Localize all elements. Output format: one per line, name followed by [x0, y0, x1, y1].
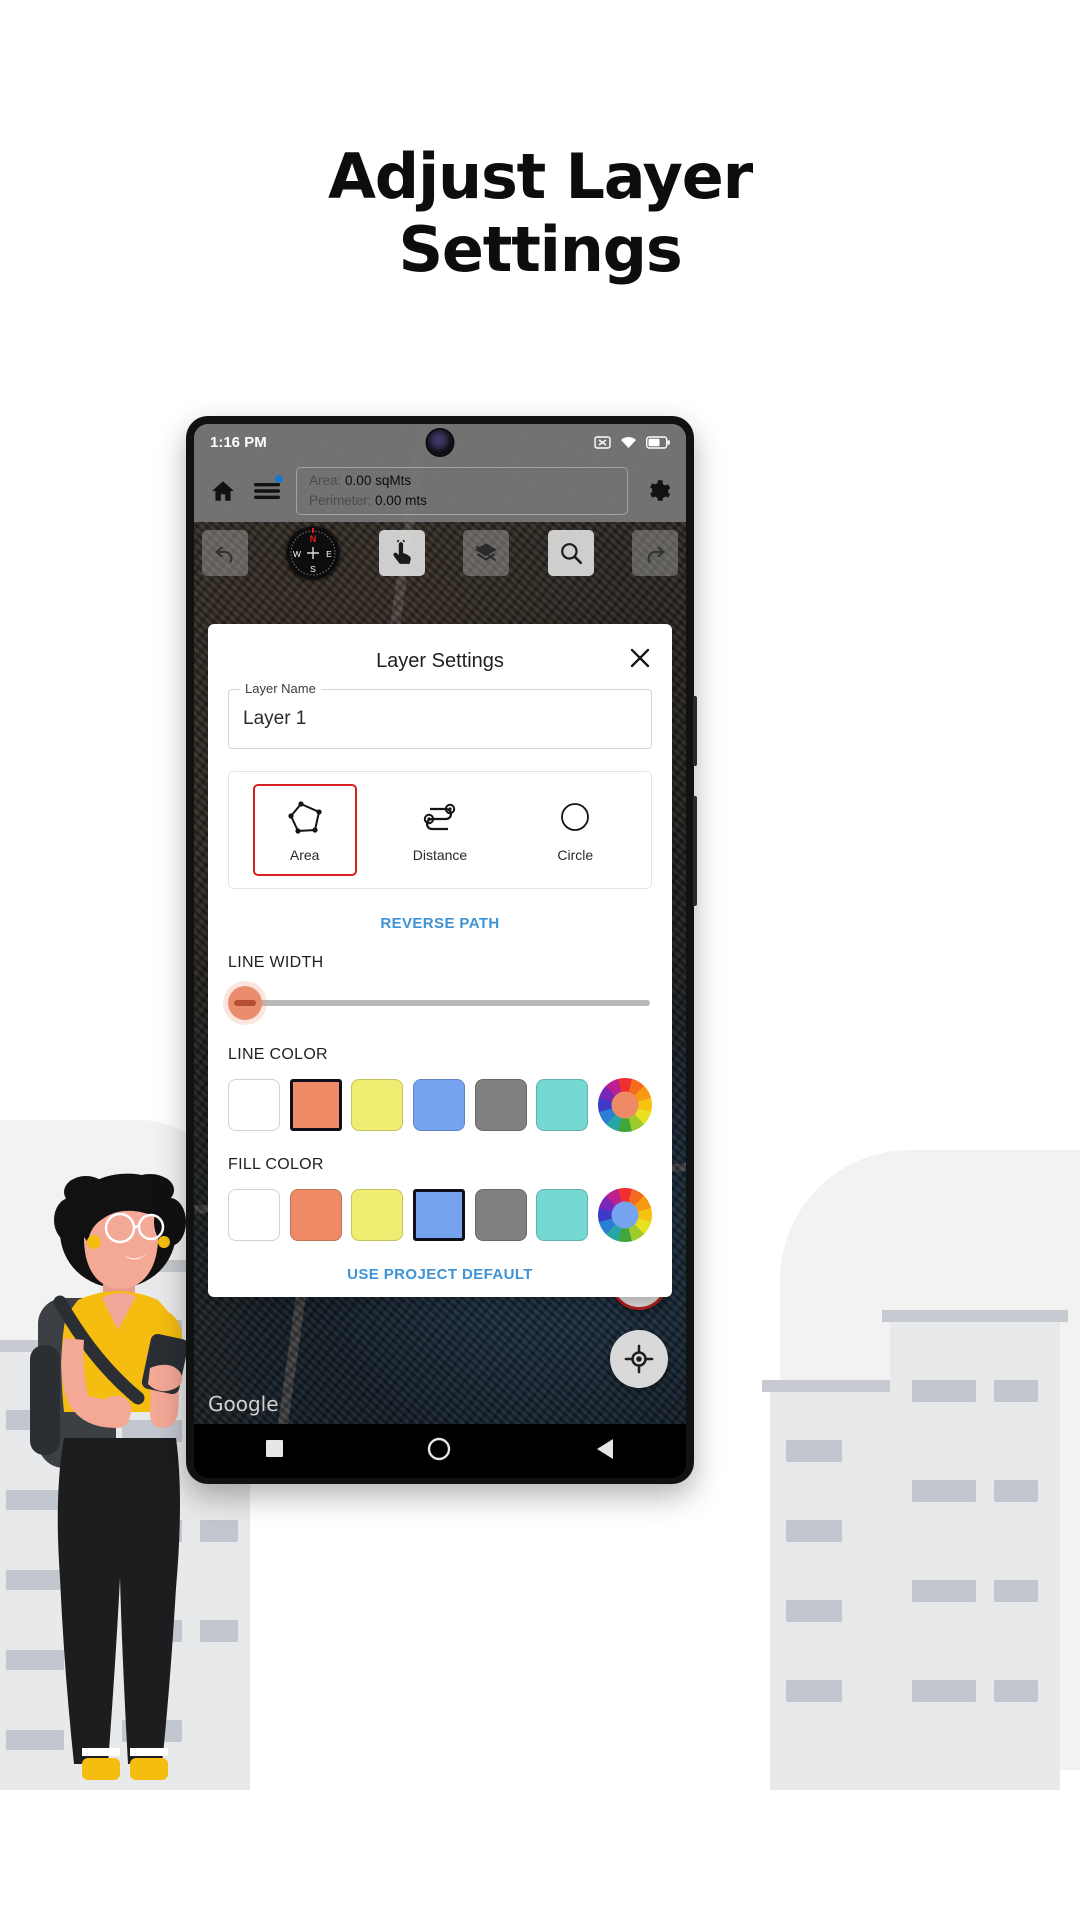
perimeter-value: 0.00 mts — [375, 493, 427, 508]
phone-screen: 1:16 PM Area: 0.00 sqMts Perimeter: 0.00… — [194, 424, 686, 1478]
layer-name-input[interactable]: Layer 1 — [243, 708, 306, 730]
gear-icon[interactable] — [642, 476, 672, 506]
svg-text:W: W — [293, 549, 301, 559]
shape-option-label: Area — [289, 846, 320, 863]
color-swatch-teal[interactable] — [536, 1189, 589, 1241]
polygon-icon — [288, 800, 322, 834]
color-swatch-yellow[interactable] — [351, 1189, 404, 1241]
layers-icon[interactable] — [463, 530, 510, 576]
shape-option-label: Circle — [557, 846, 594, 863]
color-wheel-center — [611, 1201, 639, 1229]
volume-button[interactable] — [693, 696, 697, 766]
color-swatch-white[interactable] — [228, 1189, 280, 1241]
line-color-swatches — [228, 1074, 652, 1134]
shape-option-area[interactable]: Area — [252, 784, 357, 876]
area-value: 0.00 sqMts — [345, 472, 412, 488]
svg-text:S: S — [311, 564, 317, 574]
redo-icon[interactable] — [631, 530, 678, 576]
perimeter-label: Perimeter: — [309, 493, 372, 508]
color-swatch-yellow[interactable] — [351, 1079, 404, 1131]
headline-line-1: Adjust Layer — [328, 140, 753, 213]
compass-icon[interactable]: N E S W — [286, 526, 341, 580]
slider-track — [246, 1000, 650, 1006]
line-color-label: LINE COLOR — [228, 1046, 328, 1063]
search-icon[interactable] — [547, 530, 594, 576]
fill-color-swatches — [228, 1184, 652, 1244]
shape-option-label: Distance — [412, 846, 468, 863]
city-skyline-right — [750, 1230, 1080, 1790]
google-attribution: Google — [208, 1392, 279, 1416]
building — [882, 1310, 1068, 1790]
shape-option-distance[interactable]: Distance — [388, 784, 492, 876]
phone-device: 1:16 PM Area: 0.00 sqMts Perimeter: 0.00… — [186, 416, 697, 1484]
layer-name-label: Layer Name — [240, 681, 321, 696]
wifi-icon — [621, 436, 636, 448]
color-swatch-blue[interactable] — [412, 1189, 465, 1241]
my-location-icon[interactable] — [610, 1330, 668, 1388]
color-swatch-salmon[interactable] — [289, 1189, 342, 1241]
map-toolbar: N E S W — [194, 522, 686, 584]
circle-icon — [561, 802, 590, 831]
color-swatch-teal[interactable] — [536, 1079, 589, 1131]
status-time: 1:16 PM — [210, 433, 267, 451]
dialog-title: Layer Settings — [376, 650, 504, 672]
home-icon[interactable] — [208, 476, 238, 506]
app-bar: Area: 0.00 sqMts Perimeter: 0.00 mts — [194, 460, 686, 522]
color-swatch-gray[interactable] — [474, 1189, 527, 1241]
measurement-readout: Area: 0.00 sqMts Perimeter: 0.00 mts — [296, 467, 628, 515]
fill-color-label: FILL COLOR — [228, 1156, 324, 1173]
use-project-default-button[interactable]: USE PROJECT DEFAULT — [228, 1266, 652, 1283]
area-label: Area: — [309, 472, 342, 488]
shape-type-selector: Area Distance Circle — [228, 771, 652, 889]
undo-icon[interactable] — [202, 530, 248, 576]
tap-pointer-icon[interactable] — [378, 530, 425, 576]
menu-notification-badge — [275, 475, 283, 483]
front-camera — [427, 430, 453, 455]
color-swatch-gray[interactable] — [474, 1079, 527, 1131]
page-headline: Adjust Layer Settings — [0, 140, 1080, 286]
slider-thumb[interactable] — [228, 986, 262, 1020]
svg-text:N: N — [310, 534, 317, 544]
building — [762, 1380, 908, 1790]
no-sim-icon — [594, 435, 611, 449]
close-icon[interactable] — [626, 644, 654, 672]
layer-name-field[interactable]: Layer Name Layer 1 — [228, 681, 652, 749]
layer-settings-dialog: Layer Settings Layer Name Layer 1 Area D… — [208, 624, 672, 1297]
battery-icon — [646, 435, 670, 449]
shape-option-circle[interactable]: Circle — [523, 784, 627, 876]
color-wheel-center — [611, 1091, 639, 1119]
circle-home-icon[interactable] — [427, 1437, 451, 1466]
color-wheel-picker-line[interactable] — [597, 1078, 652, 1132]
color-wheel-picker-fill[interactable] — [597, 1188, 652, 1242]
hamburger-menu-icon[interactable] — [252, 475, 283, 506]
android-nav-bar — [194, 1424, 686, 1478]
square-recents-icon[interactable] — [266, 1440, 284, 1462]
svg-text:E: E — [327, 549, 333, 559]
reverse-path-button[interactable]: REVERSE PATH — [228, 915, 652, 932]
line-width-label: LINE WIDTH — [228, 954, 324, 971]
color-swatch-blue[interactable] — [412, 1079, 465, 1131]
line-width-slider[interactable] — [228, 982, 652, 1024]
triangle-back-icon[interactable] — [596, 1438, 614, 1464]
headline-line-2: Settings — [398, 213, 682, 287]
color-swatch-salmon[interactable] — [289, 1079, 342, 1131]
path-distance-icon — [423, 803, 456, 830]
power-button[interactable] — [693, 796, 697, 906]
color-swatch-white[interactable] — [228, 1079, 280, 1131]
